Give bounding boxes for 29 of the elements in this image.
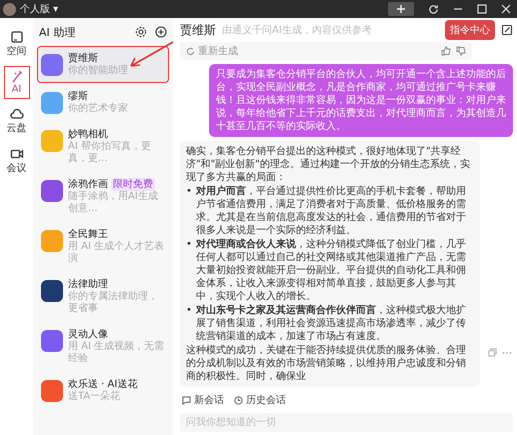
assistant-list-item[interactable]: 贾维斯 你的智能助理	[37, 46, 169, 83]
reply-bullet-point: 对山东号卡之家及其运营商合作伙伴而言，这种模式极大地扩展了销售渠道，利用社会资源迅速提高市场渗透率，减少了传统营销渠道的成本，加速了市场占有速度。	[196, 304, 467, 343]
assistant-list-item[interactable]: 法律助理 你的专属法律助理，更省事	[37, 272, 169, 321]
reply-bullet-point: 对用户而言，平台通过提供性价比更高的手机卡套餐，帮助用户节省通信费用，满足了消费者对于高质量、低价格服务的需求。尤其是在当前信息高度发达的社会，通信费用的节省对于很多人来说是一个实际的经济利益。	[196, 185, 467, 237]
chat-subtitle: 由通义千问AI生成，内容仅供参考	[222, 24, 373, 37]
promo-tag: 限时免费	[111, 178, 155, 191]
chat-title: 贾维斯	[180, 22, 216, 38]
reply-paragraph: 这种模式的成功，关键在于能否持续提供优质的服务体验、合理的分成机制以及有效的市场营销策略，以维持用户忠诚度和分销商的积极性。同时，确保业	[186, 344, 467, 383]
assistant-list-item[interactable]: 欢乐送 · AI送花 送TA一朵花	[37, 372, 169, 409]
assistant-list-item[interactable]: 缪斯 你的艺术专家	[37, 84, 169, 121]
message-input-field[interactable]: 问我你想知道的一切	[180, 413, 513, 432]
rail-tab[interactable]: 会议	[4, 143, 30, 179]
assistant-list-item[interactable]: 妙鸭相机 AI 帮你拍写真，更真，更...	[37, 122, 169, 171]
bullet-icon: •	[186, 185, 192, 237]
assistant-list-item[interactable]: 全民舞王 用 AI 生成个人才艺表演	[37, 222, 169, 271]
command-center-button[interactable]: 指令中心	[445, 20, 495, 40]
rail-tab[interactable]: AI	[4, 66, 30, 99]
reply-bullet-point: 对代理商或合伙人来说，这种分销模式降低了创业门槛，几乎任何人都可以通过自己的社交网络或其他渠道推广产品，无需大量初始投资就能开启一份副业。平台提供的自动化工具和佣金体系，让收入来源变得相对简单直接，鼓励更多人参与其中，实现个人收入的增长。	[196, 238, 467, 303]
sidebar-title: AI 助理	[39, 24, 76, 40]
rail-tab[interactable]: 云盘	[4, 103, 30, 139]
new-session-button[interactable]: 新会话	[180, 392, 226, 408]
assistant-list-item[interactable]: 涂鸦作画 限时免费 随手涂鸦，用AI生成创意...	[37, 172, 169, 221]
account-switcher[interactable]: 个人版 ▾	[20, 2, 58, 16]
user-message-bubble: 只要成为集客仓分销平台的合伙人，均可开通一个含上述功能的后台，实现全民副业概念，凡是合作商家，均可通过推广号卡来赚钱！且这份钱来得非常容易，因为这是一份双赢的事业：对用户来说，每年给他省下上千元的话费支出，对代理商而言，为其创造几十甚至几百不等的实际收入。	[209, 64, 513, 137]
bullet-icon: •	[186, 238, 192, 303]
reply-paragraph: 确实，集客仓分销平台提出的这种模式，很好地体现了"共享经济"和"副业创新"的理念。通过构建一个开放的分销生态系统，实现了多方共赢的局面：	[186, 145, 471, 184]
bullet-icon: •	[186, 304, 192, 343]
assistant-list-item[interactable]: 灵动人像 用 AI 生成视频，无需经验	[37, 322, 169, 371]
rail-tab[interactable]: 空间	[4, 26, 30, 62]
